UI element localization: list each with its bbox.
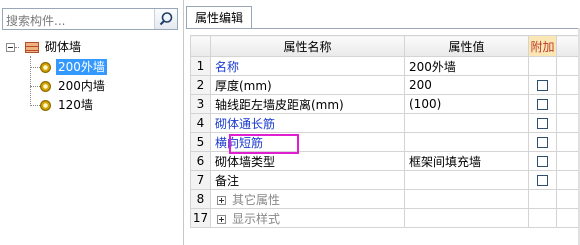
extra-cell [528, 189, 557, 209]
property-name: 厚度(mm) [215, 78, 272, 93]
property-name: 砌体通长筋 [215, 116, 276, 131]
row-number: 3 [190, 94, 211, 114]
property-value-cell[interactable] [404, 208, 529, 228]
table-row[interactable]: 7 备注 [190, 170, 580, 190]
property-name: 显示样式 [232, 211, 281, 226]
column-header-value[interactable]: 属性值 [404, 35, 529, 57]
row-number: 6 [190, 151, 211, 171]
tree-item-120-wall[interactable]: 120墙 [40, 96, 95, 114]
extra-cell [528, 132, 557, 152]
search-button[interactable] [154, 9, 177, 29]
extra-checkbox[interactable] [537, 174, 548, 186]
row-number: 2 [190, 75, 211, 95]
property-name-cell[interactable]: 显示样式 [210, 208, 405, 228]
table-row[interactable]: 17 显示样式 [190, 208, 580, 228]
search-placeholder: 搜索构件... [6, 14, 66, 28]
table-row[interactable]: 2 厚度(mm) 200 [190, 75, 580, 95]
table-row[interactable]: 3 轴线距左墙皮距离(mm) (100) [190, 94, 580, 114]
row-number-header [190, 35, 211, 57]
row-number: 17 [190, 208, 211, 228]
table-row[interactable]: 4 砌体通长筋 [190, 113, 580, 133]
search-input[interactable]: 搜索构件... [2, 8, 178, 30]
tree-item-label: 120墙 [58, 98, 93, 112]
extra-checkbox[interactable] [537, 98, 548, 110]
property-name-cell[interactable]: 砌体通长筋 [210, 113, 405, 133]
column-header-extra[interactable]: 附加 [528, 35, 557, 57]
row-filler [556, 170, 580, 190]
extra-checkbox[interactable] [537, 117, 548, 129]
property-value-cell[interactable]: 200外墙 [404, 56, 529, 76]
property-value-cell[interactable] [404, 170, 529, 190]
row-filler [556, 189, 580, 209]
extra-cell [528, 208, 557, 228]
table-row[interactable]: 8 其它属性 [190, 189, 580, 209]
row-number: 1 [190, 56, 211, 76]
component-icon [40, 99, 51, 111]
row-filler [556, 208, 580, 228]
extra-checkbox[interactable] [537, 155, 548, 167]
tab-property-edit[interactable]: 属性编辑 [186, 6, 253, 29]
component-icon [40, 80, 51, 92]
property-name-cell[interactable]: 名称 [210, 56, 405, 76]
grid-header-row: 属性名称 属性值 附加 [190, 35, 580, 57]
property-grid: 属性名称 属性值 附加 1 名称 200外墙 2 厚度(mm) 200 3 轴线距左墙皮距离(… [190, 35, 580, 228]
masonry-wall-icon [25, 41, 39, 53]
property-name: 其它属性 [232, 192, 281, 207]
property-value-cell[interactable]: 框架间填充墙 [404, 151, 529, 171]
property-name-cell[interactable]: 其它属性 [210, 189, 405, 209]
property-panel: 属性编辑 属性名称 属性值 附加 1 名称 200外墙 2 厚度(mm) 200 3 轴线距左… [186, 0, 580, 245]
property-name: 备注 [215, 173, 240, 188]
property-name-cell[interactable]: 备注 [210, 170, 405, 190]
search-icon [159, 12, 173, 26]
property-name-cell[interactable]: 轴线距左墙皮距离(mm) [210, 94, 405, 114]
table-row[interactable]: 1 名称 200外墙 [190, 56, 580, 76]
row-number: 4 [190, 113, 211, 133]
tree-item-label: 200外墙 [56, 59, 107, 75]
tree-item-200-outer-wall[interactable]: 200外墙 [40, 58, 107, 76]
extra-cell [528, 170, 557, 190]
property-name: 砌体墙类型 [215, 154, 276, 169]
tree-item-label: 200内墙 [58, 79, 105, 93]
tree-root[interactable]: 砌体墙 [6, 38, 83, 56]
tree-item-200-inner-wall[interactable]: 200内墙 [40, 77, 107, 95]
header-filler [556, 35, 580, 57]
row-filler [556, 94, 580, 114]
row-filler [556, 151, 580, 171]
expand-icon[interactable] [217, 214, 226, 224]
column-header-name[interactable]: 属性名称 [210, 35, 405, 57]
extra-cell [528, 113, 557, 133]
component-icon [40, 61, 51, 73]
extra-checkbox[interactable] [537, 136, 548, 148]
row-filler [556, 75, 580, 95]
extra-cell [528, 94, 557, 114]
extra-cell [528, 75, 557, 95]
row-number: 5 [190, 132, 211, 152]
row-filler [556, 56, 580, 76]
property-value-cell[interactable] [404, 132, 529, 152]
component-tree-panel: 搜索构件... 砌体墙 200外墙 200内墙 120墙 [0, 0, 184, 245]
row-filler [556, 113, 580, 133]
highlight-box [229, 134, 299, 154]
row-number: 7 [190, 170, 211, 190]
collapse-icon[interactable] [6, 42, 15, 52]
expand-icon[interactable] [217, 195, 226, 205]
property-value-cell[interactable]: (100) [404, 94, 529, 114]
tree-root-label: 砌体墙 [45, 40, 82, 54]
property-value-cell[interactable]: 200 [404, 75, 529, 95]
extra-cell [528, 151, 557, 171]
tab-divider [186, 28, 580, 29]
property-name: 名称 [215, 59, 240, 74]
property-value-cell[interactable] [404, 189, 529, 209]
row-filler [556, 132, 580, 152]
property-name-cell[interactable]: 砌体墙类型 [210, 151, 405, 171]
property-name: 轴线距左墙皮距离(mm) [215, 97, 344, 112]
table-row[interactable]: 6 砌体墙类型 框架间填充墙 [190, 151, 580, 171]
extra-cell [528, 56, 557, 76]
row-number: 8 [190, 189, 211, 209]
extra-checkbox[interactable] [537, 79, 548, 91]
property-name-cell[interactable]: 厚度(mm) [210, 75, 405, 95]
property-value-cell[interactable] [404, 113, 529, 133]
